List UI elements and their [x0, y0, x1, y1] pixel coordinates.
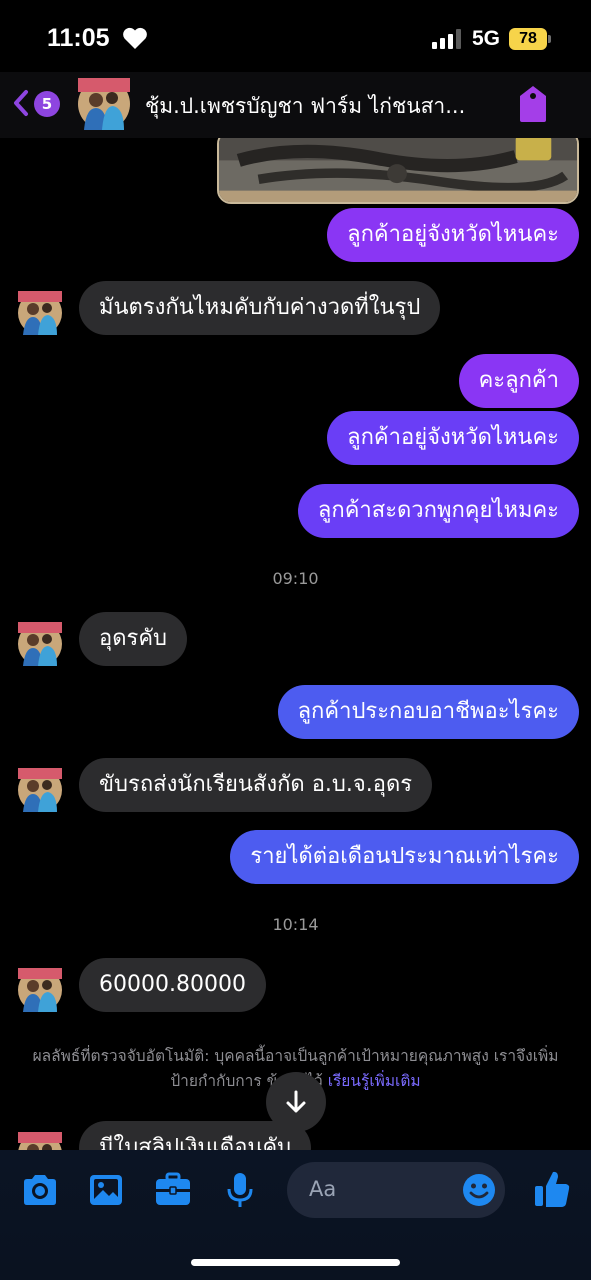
- message-bubble-incoming[interactable]: ขับรถส่งนักเรียนสังกัด อ.บ.จ.อุดร: [79, 758, 433, 812]
- unread-count-badge: 5: [34, 91, 60, 117]
- message-bubble-outgoing[interactable]: รายได้ต่อเดือนประมาณเท่าไรคะ: [230, 830, 579, 884]
- message-bubble-incoming[interactable]: อุดรคับ: [79, 612, 187, 666]
- home-indicator: [191, 1259, 400, 1266]
- sender-avatar[interactable]: [18, 622, 62, 666]
- chat-header: 5 ชุ้ม.ป.เพชรบัญชา ฟาร์ม ไก่ชนสา...: [0, 72, 591, 138]
- contact-avatar[interactable]: [78, 78, 130, 130]
- sender-avatar[interactable]: [18, 968, 62, 1012]
- back-button[interactable]: 5: [12, 86, 66, 120]
- arrow-down-icon: [286, 1090, 306, 1113]
- emoji-icon[interactable]: [461, 1172, 497, 1208]
- sender-avatar[interactable]: [18, 1132, 62, 1150]
- heart-icon: [123, 27, 147, 49]
- back-chevron-icon: [14, 90, 28, 116]
- message-bubble-outgoing[interactable]: ลูกค้าอยู่จังหวัดไหนคะ: [327, 208, 579, 262]
- signal-icon: [432, 29, 461, 49]
- message-input[interactable]: Aa: [287, 1162, 505, 1218]
- tag-icon[interactable]: [516, 84, 550, 124]
- message-list[interactable]: ลูกค้าอยู่จังหวัดไหนคะ มันตรงกันไหมคับกั…: [0, 138, 591, 1150]
- message-bubble-outgoing[interactable]: ลูกค้าสะดวกพูกคุยไหมคะ: [297, 484, 579, 538]
- scroll-to-bottom-button[interactable]: [266, 1072, 326, 1132]
- timestamp: 10:14: [272, 915, 319, 934]
- message-bubble-incoming[interactable]: มันตรงกันไหมคับกับค่างวดที่ในรุป: [79, 281, 441, 335]
- learn-more-link[interactable]: เรียนรู้เพิ่มเติม: [328, 1072, 421, 1090]
- message-bubble-outgoing[interactable]: ลูกค้าอยู่จังหวัดไหนคะ: [327, 411, 579, 465]
- toolbox-icon[interactable]: [153, 1170, 193, 1210]
- message-input-placeholder: Aa: [309, 1177, 337, 1201]
- message-composer: Aa: [0, 1150, 591, 1280]
- message-bubble-outgoing[interactable]: คะลูกค้า: [458, 354, 579, 408]
- camera-icon[interactable]: [20, 1170, 60, 1210]
- status-bar: 11:05 5G 78: [0, 0, 591, 72]
- image-icon[interactable]: [86, 1170, 126, 1210]
- microphone-icon[interactable]: [220, 1170, 260, 1210]
- message-bubble-outgoing[interactable]: ลูกค้าประกอบอาชีพอะไรคะ: [277, 685, 579, 739]
- shared-photo[interactable]: [217, 138, 579, 204]
- battery-nub: [548, 35, 551, 43]
- sender-avatar[interactable]: [18, 291, 62, 335]
- chat-title[interactable]: ชุ้ม.ป.เพชรบัญชา ฟาร์ม ไก่ชนสา...: [145, 90, 505, 123]
- message-bubble-incoming[interactable]: 60000.80000: [79, 958, 266, 1012]
- thumbs-up-icon[interactable]: [532, 1168, 572, 1210]
- battery-indicator: 78: [509, 28, 547, 50]
- network-type: 5G: [472, 27, 501, 50]
- status-time: 11:05: [47, 24, 110, 52]
- timestamp: 09:10: [272, 569, 319, 588]
- sender-avatar[interactable]: [18, 768, 62, 812]
